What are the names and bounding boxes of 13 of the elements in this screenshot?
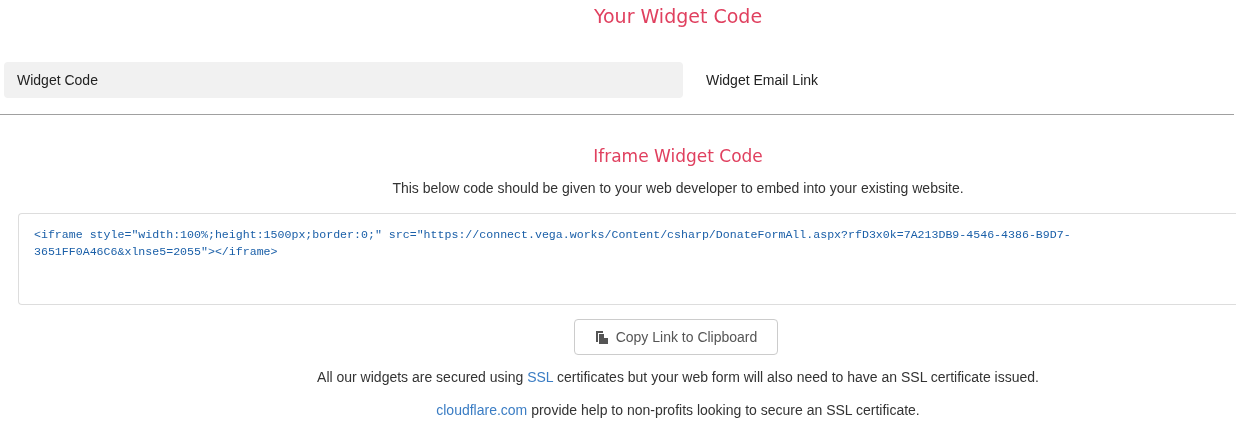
- code-box[interactable]: <iframe style="width:100%;height:1500px;border:0;" src="https://connect.vega.works/Content/csharp/DonateFormAll.aspx?rfD3x0k=7A213DB9-4546-4386-B9D7-3651FF0A46C6&xlnse5=2055"></iframe>: [18, 213, 1236, 305]
- description-text: This below code should be given to your web developer to embed into your existing website.: [392, 179, 964, 198]
- section-title: Iframe Widget Code: [593, 145, 763, 167]
- page-title: Your Widget Code: [593, 4, 763, 29]
- note-text: All our widgets are secured using SSL certificates but your web form will also need to have an SSL certificate issued.: [317, 368, 1039, 387]
- tab[interactable]: Widget Email Link: [683, 62, 883, 98]
- copy-button[interactable]: Copy Link to Clipboard: [573, 319, 779, 355]
- link[interactable]: SSL: [527, 369, 554, 385]
- tab[interactable]: Widget Code: [4, 62, 683, 98]
- link[interactable]: cloudflare.com: [436, 402, 528, 418]
- copy-icon: [594, 329, 609, 345]
- code-text: <iframe style="width:100%;height:1500px;border:0;" src="https://connect.vega.works/Content/csharp/DonateFormAll.aspx?rfD3x0k=7A213DB9-4546-4386-B9D7-3651FF0A46C6&xlnse5=2055"></iframe>: [34, 227, 1072, 260]
- note-text: cloudflare.com provide help to non-profits looking to secure an SSL certificate.: [436, 401, 920, 420]
